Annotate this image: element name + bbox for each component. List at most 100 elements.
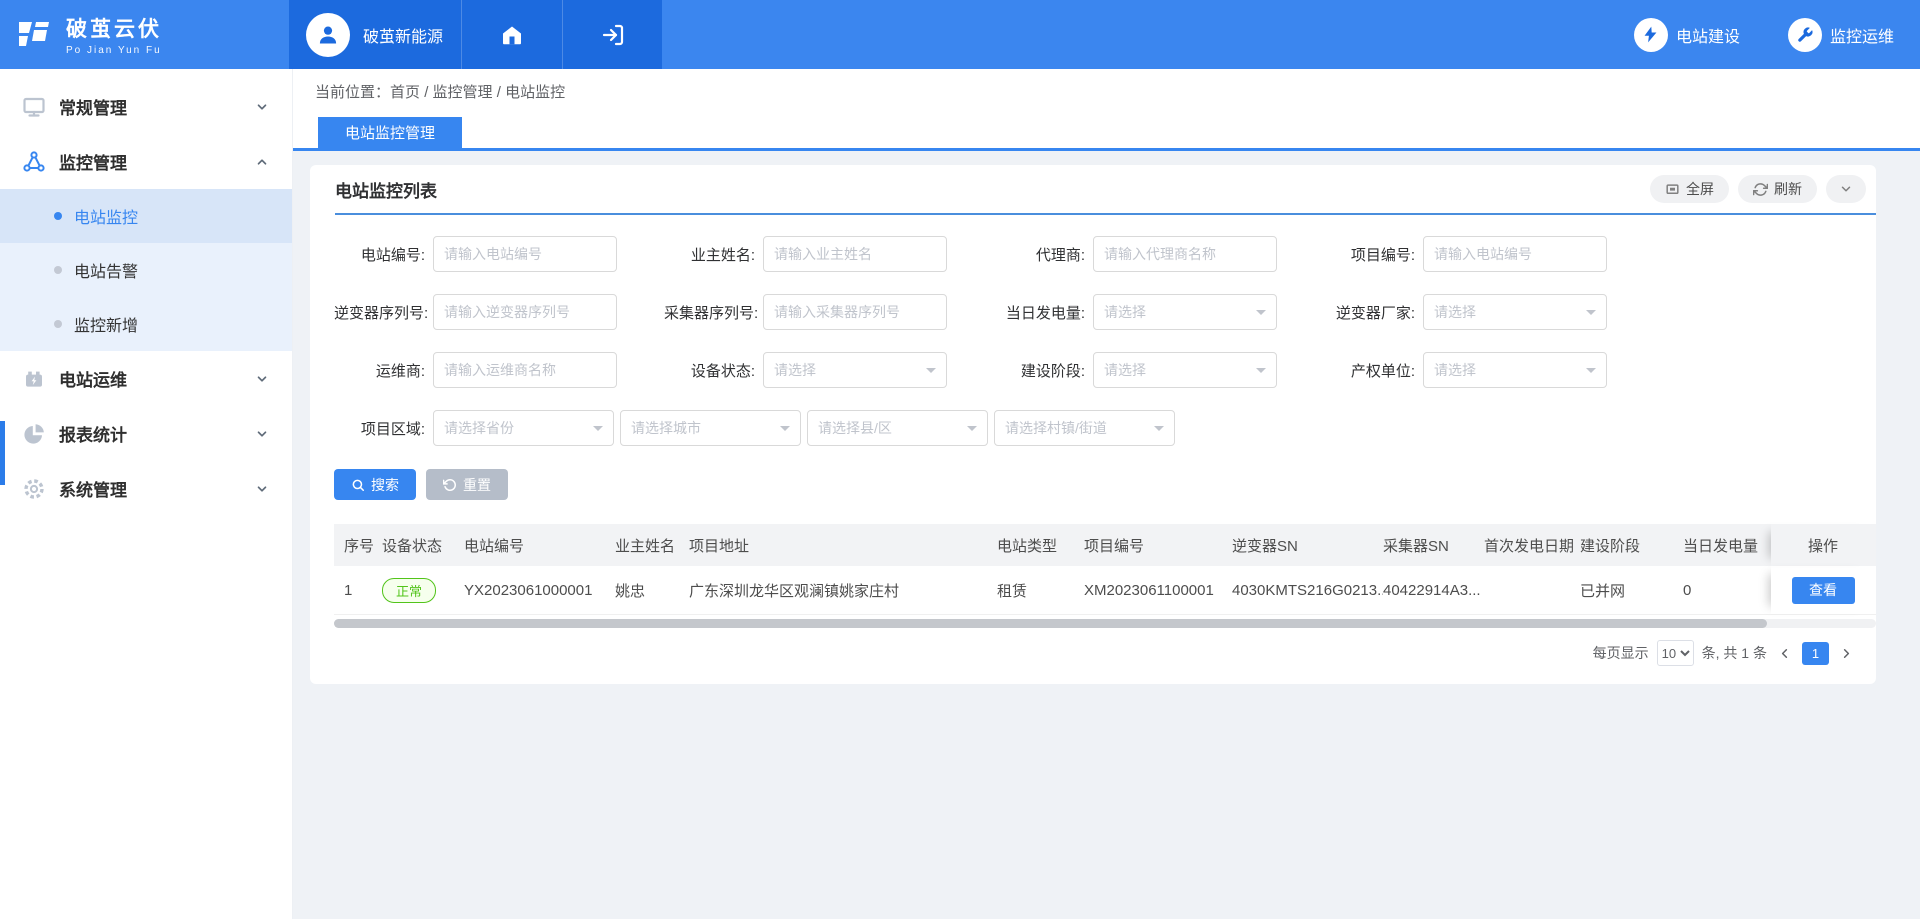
nav-monitor-ops[interactable]: 监控运维 xyxy=(1788,18,1894,52)
dropdown-arrow-icon xyxy=(593,426,603,436)
top-strip: 当前位置：首页 / 监控管理 / 电站监控 电站监控管理 xyxy=(292,69,1920,151)
filter-row-2: 逆变器序列号:采集器序列号:当日发电量:请选择逆变器厂家:请选择 xyxy=(334,294,1876,330)
chevron-up-icon xyxy=(255,155,269,169)
filter-select-project-region-2[interactable]: 请选择城市 xyxy=(620,410,801,446)
sidebar-item-general-management[interactable]: 常规管理 xyxy=(0,79,292,134)
filter-label-build-stage: 建设阶段: xyxy=(994,360,1085,381)
filter-input-agent[interactable] xyxy=(1093,236,1277,272)
column-header-address: 项目地址 xyxy=(689,524,997,566)
person-icon xyxy=(315,22,341,48)
nav-station-build[interactable]: 电站建设 xyxy=(1634,18,1740,52)
filter-field-inverter-vendor: 逆变器厂家: 请选择 xyxy=(1324,294,1607,330)
dot-icon xyxy=(54,212,62,220)
breadcrumb-station-monitor[interactable]: 电站监控 xyxy=(505,84,565,101)
filter-select-project-region-1[interactable]: 请选择省份 xyxy=(433,410,614,446)
fullscreen-icon xyxy=(1665,182,1680,197)
status-badge: 正常 xyxy=(382,578,436,603)
next-page-button[interactable] xyxy=(1837,646,1856,661)
filter-field-station-no: 电站编号: xyxy=(334,236,617,272)
cell-stage: 已并网 xyxy=(1580,566,1683,614)
filter-input-collector-sn[interactable] xyxy=(763,294,947,330)
top-header: 破茧云伏 Po Jian Yun Fu 破茧新能源 xyxy=(0,0,1920,69)
filter-label-agent: 代理商: xyxy=(994,244,1085,265)
select-placeholder: 请选择村镇/街道 xyxy=(1005,418,1107,438)
home-button[interactable] xyxy=(461,0,562,69)
breadcrumb-home[interactable]: 首页 xyxy=(390,84,420,101)
filter-field-device-status: 设备状态:请选择 xyxy=(664,352,947,388)
column-header-status: 设备状态 xyxy=(382,524,464,566)
column-header-station-no: 电站编号 xyxy=(464,524,615,566)
tab-station-monitor-management[interactable]: 电站监控管理 xyxy=(318,117,462,148)
nav-label: 电站建设 xyxy=(1676,23,1740,47)
filter-label-inverter-sn: 逆变器序列号: xyxy=(334,302,425,323)
sidebar-item-label: 报表统计 xyxy=(59,421,127,446)
station-table: 序号设备状态电站编号业主姓名项目地址电站类型项目编号逆变器SN采集器SN首次发电… xyxy=(334,524,1876,628)
main-area: 当前位置：首页 / 监控管理 / 电站监控 电站监控管理 电站监控列表 xyxy=(292,69,1920,919)
cell-daily-power: 0 xyxy=(1683,566,1771,614)
fullscreen-button[interactable]: 全屏 xyxy=(1650,175,1729,203)
panel-header: 电站监控列表 全屏 刷新 xyxy=(310,165,1876,213)
chevron-down-icon xyxy=(255,482,269,496)
filter-input-project-no[interactable] xyxy=(1423,236,1607,272)
sidebar-subitem-station-monitor[interactable]: 电站监控 xyxy=(0,189,292,243)
filter-select-property-unit[interactable]: 请选择 xyxy=(1423,352,1607,388)
breadcrumb-separator: / xyxy=(497,84,501,101)
user-menu[interactable]: 破茧新能源 xyxy=(289,0,461,69)
per-page-suffix: 条, 共 1 条 xyxy=(1702,643,1767,663)
search-button[interactable]: 搜索 xyxy=(334,469,416,500)
filter-input-inverter-sn[interactable] xyxy=(433,294,617,330)
filter-row-3: 运维商:设备状态:请选择建设阶段:请选择产权单位:请选择 xyxy=(334,352,1876,388)
filter-input-ops-vendor[interactable] xyxy=(433,352,617,388)
filter-select-project-region-4[interactable]: 请选择村镇/街道 xyxy=(994,410,1175,446)
table-row: 1正常YX2023061000001姚忠广东深圳龙华区观澜镇姚家庄村租赁XM20… xyxy=(334,566,1876,615)
sidebar-item-report-statistics[interactable]: 报表统计 xyxy=(0,406,292,461)
filter-input-owner-name[interactable] xyxy=(763,236,947,272)
cell-status: 正常 xyxy=(382,566,464,614)
prev-page-button[interactable] xyxy=(1775,646,1794,661)
station-monitor-panel: 电站监控列表 全屏 刷新 xyxy=(310,165,1876,684)
monitor-icon xyxy=(21,94,47,120)
filter-label-ops-vendor: 运维商: xyxy=(334,360,425,381)
dropdown-arrow-icon xyxy=(926,368,936,378)
breadcrumb-monitor-management[interactable]: 监控管理 xyxy=(433,84,493,101)
collapse-panel-button[interactable] xyxy=(1826,175,1866,203)
brand-title: 破茧云伏 xyxy=(66,13,162,43)
column-header-project-no: 项目编号 xyxy=(1084,524,1232,566)
sidebar-item-station-operation[interactable]: 电站运维 xyxy=(0,351,292,406)
filter-select-inverter-vendor[interactable]: 请选择 xyxy=(1423,294,1607,330)
filter-select-device-status[interactable]: 请选择 xyxy=(763,352,947,388)
filter-label-project-region: 项目区域: xyxy=(334,418,425,439)
cell-seq: 1 xyxy=(344,566,382,614)
cell-action: 查看 xyxy=(1771,566,1875,614)
per-page-select[interactable]: 10 xyxy=(1657,640,1694,666)
sidebar-item-monitor-management[interactable]: 监控管理 xyxy=(0,134,292,189)
reset-button[interactable]: 重置 xyxy=(426,469,508,500)
filter-input-station-no[interactable] xyxy=(433,236,617,272)
sidebar-item-system-management[interactable]: 系统管理 xyxy=(0,461,292,516)
panel-actions: 全屏 刷新 xyxy=(1650,175,1866,203)
sidebar-scrollbar-thumb[interactable] xyxy=(0,421,5,485)
org-name: 破茧新能源 xyxy=(363,23,443,47)
filter-field-property-unit: 产权单位:请选择 xyxy=(1324,352,1607,388)
logout-button[interactable] xyxy=(562,0,662,69)
refresh-button[interactable]: 刷新 xyxy=(1738,175,1817,203)
filter-field-project-region: 项目区域: 请选择省份请选择城市请选择县/区请选择村镇/街道 xyxy=(334,410,1181,446)
filter-buttons: 搜索 重置 xyxy=(334,469,1876,500)
filter-select-daily-power[interactable]: 请选择 xyxy=(1093,294,1277,330)
column-header-inverter-sn: 逆变器SN xyxy=(1232,524,1383,566)
filter-label-station-no: 电站编号: xyxy=(334,244,425,265)
refresh-label: 刷新 xyxy=(1774,179,1802,199)
sidebar-subitem-label: 电站监控 xyxy=(74,204,138,228)
column-header-daily-power: 当日发电量 xyxy=(1683,524,1771,566)
filter-select-build-stage[interactable]: 请选择 xyxy=(1093,352,1277,388)
scrollbar-thumb[interactable] xyxy=(334,619,1767,628)
page-number-button[interactable]: 1 xyxy=(1802,642,1829,665)
home-icon xyxy=(500,23,524,47)
filter-label-inverter-vendor: 逆变器厂家: xyxy=(1324,302,1415,323)
filter-select-project-region-3[interactable]: 请选择县/区 xyxy=(807,410,988,446)
sidebar-subitem-monitor-add[interactable]: 监控新增 xyxy=(0,297,292,351)
view-button[interactable]: 查看 xyxy=(1792,577,1855,604)
table-horizontal-scrollbar xyxy=(334,619,1876,628)
column-header-seq: 序号 xyxy=(344,524,382,566)
sidebar-subitem-station-alarm[interactable]: 电站告警 xyxy=(0,243,292,297)
